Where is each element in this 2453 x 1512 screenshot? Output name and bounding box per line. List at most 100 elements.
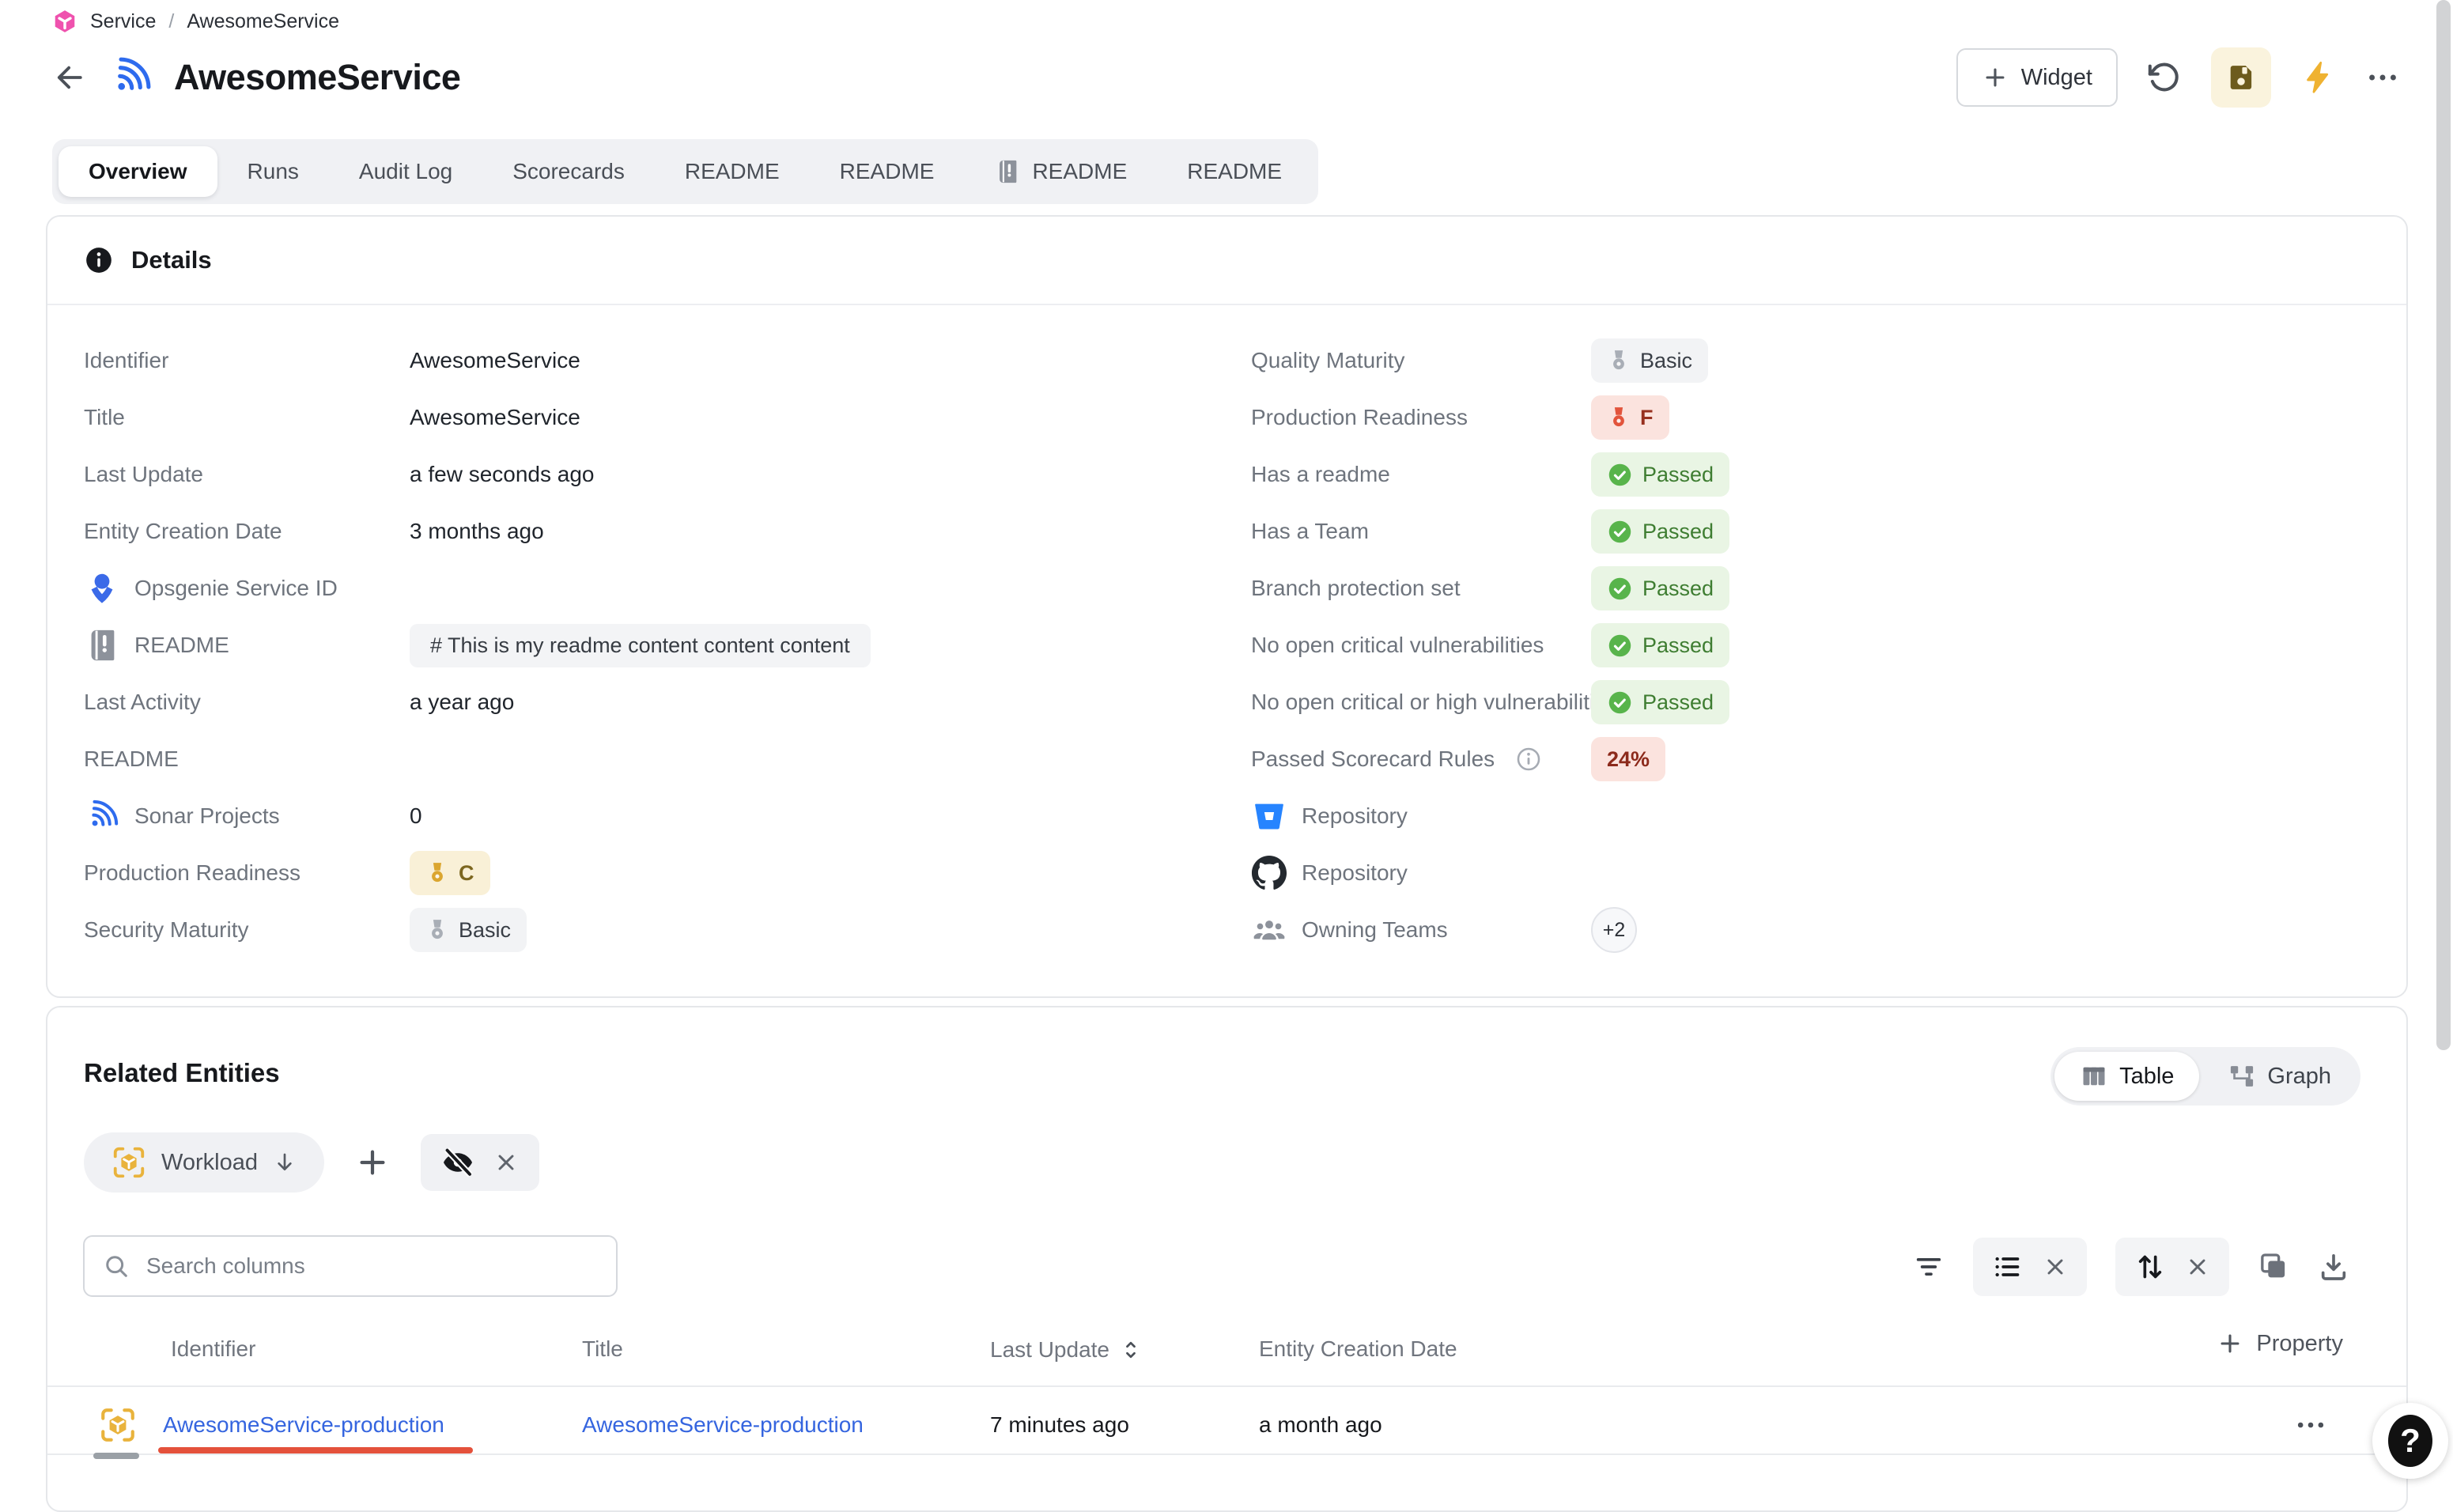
detail-label-text: Branch protection set (1251, 576, 1461, 601)
info-outline-icon (1515, 746, 1542, 773)
detail-value: 3 months ago (410, 519, 544, 544)
breadcrumb-current: AwesomeService (187, 10, 339, 33)
table-header-divider (47, 1385, 2406, 1387)
detail-row: Owning Teams +2 (1251, 902, 2406, 958)
tab-readme[interactable]: README (810, 146, 965, 197)
plus-icon (1982, 64, 2009, 91)
detail-value: AwesomeService (410, 405, 580, 430)
vertical-scrollbar-thumb[interactable] (2436, 0, 2451, 1050)
close-icon[interactable] (493, 1150, 519, 1175)
row-menu-button[interactable] (2291, 1408, 2330, 1442)
detail-label-text: Identifier (84, 348, 168, 373)
breadcrumb-separator: / (168, 10, 174, 33)
view-table-button[interactable]: Table (2054, 1052, 2199, 1101)
column-sort-icon[interactable] (1117, 1336, 1144, 1363)
detail-row: Repository (1251, 788, 2406, 845)
github-icon (1251, 855, 1287, 891)
tab-label: Runs (248, 159, 299, 184)
port-logo-icon (52, 8, 77, 35)
annotation-underline (158, 1447, 473, 1453)
add-related-entity-button[interactable] (354, 1144, 391, 1181)
tab-label: Audit Log (359, 159, 452, 184)
back-button[interactable] (52, 60, 87, 95)
page-title: AwesomeService (174, 57, 460, 98)
readme-content-chip: # This is my readme content content cont… (410, 624, 871, 667)
search-columns-input[interactable] (145, 1253, 599, 1280)
detail-value: a few seconds ago (410, 462, 595, 487)
tab-readme[interactable]: README (655, 146, 810, 197)
percentage-chip: 24% (1591, 737, 1665, 781)
detail-label: Has a readme (1251, 462, 1591, 487)
row-identifier-link[interactable]: AwesomeService-production (163, 1412, 444, 1438)
close-icon[interactable] (2043, 1254, 2068, 1280)
detail-row: README# This is my readme content conten… (84, 617, 1199, 674)
actions-bolt-button[interactable] (2300, 59, 2336, 96)
detail-label-text: Owning Teams (1302, 917, 1448, 943)
owning-teams-badge[interactable]: +2 (1591, 907, 1637, 953)
detail-value: AwesomeService (410, 348, 580, 373)
detail-label-text: Last Activity (84, 690, 201, 715)
passed-status-label: Passed (1642, 576, 1714, 601)
team-icon (1251, 912, 1287, 948)
detail-label-text: Production Readiness (84, 860, 300, 886)
row-title-link[interactable]: AwesomeService-production (582, 1412, 864, 1438)
details-card-header: Details (47, 217, 2406, 305)
tab-label: Overview (89, 159, 187, 184)
sort-chip[interactable] (2115, 1238, 2229, 1296)
column-header-title[interactable]: Title (582, 1336, 623, 1362)
column-header-last-update[interactable]: Last Update (990, 1336, 1144, 1363)
tab-scorecards[interactable]: Scorecards (482, 146, 655, 197)
table-icon (2080, 1062, 2108, 1091)
add-property-button[interactable]: Property (2217, 1330, 2343, 1357)
book-icon (994, 158, 1021, 185)
list-icon (1992, 1251, 2024, 1283)
more-options-button[interactable] (2364, 59, 2401, 96)
passed-status-chip: Passed (1591, 566, 1729, 610)
tab-overview[interactable]: Overview (59, 146, 217, 197)
filter-icon[interactable] (1913, 1251, 1945, 1283)
detail-label: Branch protection set (1251, 576, 1591, 601)
check-icon (1607, 462, 1633, 488)
detail-label-text: Sonar Projects (134, 803, 280, 829)
detail-row: Passed Scorecard Rules24% (1251, 731, 2406, 788)
close-icon[interactable] (2185, 1254, 2210, 1280)
hidden-entities-chip[interactable] (421, 1134, 539, 1191)
tab-label: README (685, 159, 780, 184)
detail-label: Passed Scorecard Rules (1251, 746, 1591, 773)
detail-row: Last Updatea few seconds ago (84, 446, 1199, 503)
detail-label: Repository (1251, 855, 1591, 891)
detail-label: No open critical vulnerabilities (1251, 633, 1591, 658)
download-icon[interactable] (2318, 1251, 2349, 1283)
search-icon (102, 1252, 130, 1280)
details-title: Details (131, 246, 212, 274)
copy-icon[interactable] (2258, 1251, 2289, 1283)
medal-red-icon (1607, 406, 1631, 429)
view-graph-button[interactable]: Graph (2202, 1052, 2357, 1101)
add-widget-button[interactable]: Widget (1956, 48, 2118, 107)
page-header: AwesomeService Widget (52, 44, 2401, 111)
row-entity-creation-date: a month ago (1259, 1403, 1382, 1447)
group-by-chip[interactable] (1973, 1238, 2087, 1296)
detail-label-text: README (84, 747, 179, 772)
owning-teams-count: +2 (1603, 919, 1626, 942)
book-icon (84, 627, 120, 663)
detail-label: Entity Creation Date (84, 519, 410, 544)
detail-label: README (84, 747, 410, 772)
detail-row: Opsgenie Service ID (84, 560, 1199, 617)
tab-runs[interactable]: Runs (217, 146, 329, 197)
detail-label: Security Maturity (84, 917, 410, 943)
tab-audit-log[interactable]: Audit Log (329, 146, 482, 197)
breadcrumb-service-link[interactable]: Service (90, 10, 156, 33)
workload-icon (111, 1144, 147, 1181)
tab-readme[interactable]: README (1157, 146, 1312, 197)
column-header-identifier[interactable]: Identifier (171, 1336, 255, 1362)
reset-layout-button[interactable] (2146, 59, 2183, 96)
grade-chip-label: C (459, 861, 474, 886)
entity-type-filter-workload[interactable]: Workload (84, 1132, 324, 1193)
column-header-entity-creation-date[interactable]: Entity Creation Date (1259, 1336, 1457, 1362)
horizontal-scrollbar-thumb[interactable] (93, 1453, 139, 1459)
save-layout-button[interactable] (2211, 47, 2271, 108)
help-button[interactable]: ? (2372, 1403, 2448, 1479)
detail-row: Has a readmePassed (1251, 446, 2406, 503)
tab-readme[interactable]: README (964, 146, 1157, 197)
